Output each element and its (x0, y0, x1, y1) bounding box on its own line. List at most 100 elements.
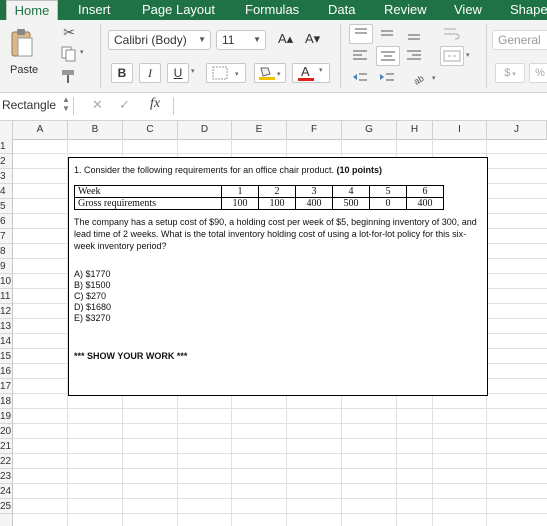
align-right-button[interactable] (403, 46, 427, 66)
column-header-f[interactable]: F (287, 121, 342, 139)
row-header[interactable]: 15 (0, 349, 12, 364)
row-header[interactable]: 16 (0, 364, 12, 379)
font-name-dropdown[interactable]: Calibri (Body) ▼ (108, 30, 211, 50)
row-header[interactable]: 6 (0, 214, 12, 229)
bold-button[interactable]: B (111, 63, 133, 83)
formula-bar: Rectangle ▲ ▼ ✕ ✓ fx (0, 93, 547, 121)
select-all-corner[interactable] (0, 121, 13, 139)
row-header[interactable]: 25 (0, 499, 12, 514)
tab-view[interactable]: View (454, 0, 482, 20)
row-header[interactable]: 12 (0, 304, 12, 319)
column-header-g[interactable]: G (342, 121, 397, 139)
cancel-button[interactable]: ✕ (92, 97, 103, 113)
wrap-text-button[interactable] (440, 24, 464, 44)
svg-text:ab: ab (412, 73, 426, 86)
align-top-icon (355, 28, 367, 34)
shrink-font-button[interactable]: A▾ (305, 31, 325, 49)
row-header[interactable]: 5 (0, 199, 12, 214)
gridline (13, 438, 547, 439)
copy-icon[interactable] (60, 46, 78, 62)
format-painter-icon[interactable] (60, 68, 78, 84)
row-header[interactable]: 17 (0, 379, 12, 394)
currency-button[interactable]: $ ▾ (495, 63, 525, 83)
enter-button[interactable]: ✓ (119, 97, 130, 113)
align-bottom-icon (408, 34, 420, 40)
row-header[interactable]: 7 (0, 229, 12, 244)
fill-color-button[interactable]: ▾ (254, 63, 286, 83)
ribbon-divider (100, 24, 101, 88)
copy-dropdown-icon[interactable]: ▾ (80, 48, 90, 58)
row-header[interactable]: 1 (0, 139, 12, 154)
clipboard-icon (11, 29, 33, 57)
underline-dropdown-icon[interactable]: ▾ (191, 67, 199, 77)
column-header-b[interactable]: B (68, 121, 123, 139)
orientation-button[interactable]: ab ▾ (410, 68, 440, 88)
ribbon-divider (340, 24, 341, 88)
row-header[interactable]: 13 (0, 319, 12, 334)
text-orientation-icon: ab ▾ (412, 73, 436, 87)
row-header[interactable]: 9 (0, 259, 12, 274)
tab-data[interactable]: Data (328, 0, 355, 20)
row-header[interactable]: 8 (0, 244, 12, 259)
column-header-h[interactable]: H (397, 121, 433, 139)
underline-button[interactable]: U (167, 63, 189, 83)
number-format-value: General (498, 33, 541, 47)
row-header[interactable]: 19 (0, 409, 12, 424)
formula-input[interactable] (176, 96, 544, 116)
align-middle-button[interactable] (376, 24, 400, 44)
align-bottom-button[interactable] (403, 24, 427, 44)
question-points: (10 points) (336, 165, 383, 175)
column-header-j[interactable]: J (487, 121, 547, 139)
tab-home[interactable]: Home (6, 0, 58, 20)
decrease-indent-button[interactable] (349, 68, 373, 88)
merge-cells-icon (443, 50, 461, 62)
row-header[interactable]: 20 (0, 424, 12, 439)
tab-insert[interactable]: Insert (78, 0, 111, 20)
tab-formulas[interactable]: Formulas (245, 0, 299, 20)
paste-button[interactable] (8, 26, 38, 60)
tab-shape[interactable]: Shape (510, 0, 547, 20)
row-header[interactable]: 23 (0, 469, 12, 484)
insert-function-button[interactable]: fx (150, 96, 160, 112)
row-header[interactable]: 4 (0, 184, 12, 199)
name-box[interactable]: Rectangle (2, 98, 56, 112)
table-row-label: Gross requirements (74, 197, 222, 210)
row-header[interactable]: 3 (0, 169, 12, 184)
font-color-swatch (298, 78, 314, 81)
row-header[interactable]: 2 (0, 154, 12, 169)
gridline (13, 153, 547, 154)
align-top-button[interactable] (349, 24, 373, 44)
tab-review[interactable]: Review (384, 0, 427, 20)
row-header[interactable]: 10 (0, 274, 12, 289)
row-header[interactable]: 24 (0, 484, 12, 499)
answer-option: E) $3270 (74, 313, 111, 323)
align-left-button[interactable] (349, 46, 373, 66)
merge-center-button[interactable] (440, 46, 464, 66)
column-header-e[interactable]: E (232, 121, 287, 139)
number-format-dropdown[interactable]: General (492, 30, 547, 50)
grow-font-button[interactable]: A▴ (278, 31, 298, 49)
align-center-button[interactable] (376, 46, 400, 66)
requirements-table: Week 1 2 3 4 5 6 Gross requirements 100 … (74, 185, 444, 210)
cut-icon[interactable]: ✂ (60, 24, 78, 40)
row-header[interactable]: 14 (0, 334, 12, 349)
row-header[interactable]: 21 (0, 439, 12, 454)
row-header[interactable]: 11 (0, 289, 12, 304)
question-textbox[interactable]: 1. Consider the following requirements f… (68, 157, 488, 396)
percent-button[interactable]: % (529, 63, 547, 83)
column-header-a[interactable]: A (13, 121, 68, 139)
increase-indent-button[interactable] (376, 68, 400, 88)
row-header[interactable]: 22 (0, 454, 12, 469)
column-header-c[interactable]: C (123, 121, 178, 139)
borders-button[interactable]: ▾ (206, 63, 246, 83)
merge-dropdown-icon[interactable]: ▾ (466, 51, 474, 61)
column-header-d[interactable]: D (178, 121, 232, 139)
tab-page-layout[interactable]: Page Layout (142, 0, 215, 20)
row-header[interactable]: 18 (0, 394, 12, 409)
font-color-button[interactable]: A ▾ (292, 63, 330, 83)
chevron-down-icon: ▾ (510, 71, 516, 78)
italic-button[interactable]: I (139, 63, 161, 83)
font-size-dropdown[interactable]: 11 ▼ (216, 30, 266, 50)
column-header-i[interactable]: I (433, 121, 487, 139)
name-box-stepper[interactable]: ▲ ▼ (62, 95, 70, 113)
